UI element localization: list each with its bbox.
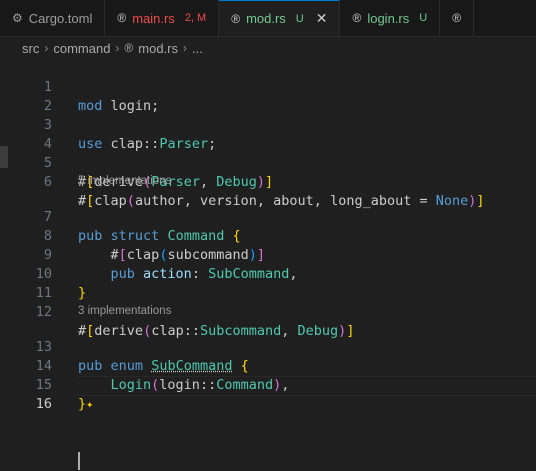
code-line: 2 — [0, 78, 536, 114]
tab-label: mod.rs — [246, 11, 286, 26]
tab-login-rs[interactable]: ® login.rs U — [340, 0, 441, 36]
sparkle-icon[interactable]: ✦ — [86, 397, 93, 411]
untracked-badge: U — [419, 12, 428, 24]
rust-icon: ® — [117, 11, 127, 25]
current-line-highlight — [78, 376, 536, 396]
rust-icon: ® — [124, 41, 134, 55]
breadcrumb-file[interactable]: mod.rs — [138, 41, 178, 56]
rust-icon: ® — [352, 11, 362, 25]
text-cursor — [78, 452, 80, 470]
code-line: 3 use clap::Parser; — [0, 97, 536, 152]
code-line: 15 }✦ — [0, 357, 536, 412]
tab-bar: ⚙ Cargo.toml ® main.rs 2, M ® mod.rs U ✕… — [0, 0, 536, 37]
tab-label: Cargo.toml — [28, 10, 93, 26]
code-line: 4 — [0, 116, 536, 152]
chevron-right-icon: › — [115, 41, 120, 55]
bracket: ] — [265, 174, 274, 190]
code-line: 11 — [0, 265, 536, 301]
tab-label: login.rs — [367, 10, 410, 26]
tab-mod-rs[interactable]: ® mod.rs U ✕ — [219, 0, 341, 36]
codelens-implementations[interactable]: 3 implementations — [78, 303, 171, 319]
code-line: 8 #[clap(subcommand)] — [0, 208, 536, 263]
rust-icon: ® — [231, 11, 241, 26]
line-number: 16 — [35, 396, 52, 412]
breadcrumb: src › command › ® mod.rs › ... — [0, 37, 536, 59]
code-line: 7 pub struct Command { — [0, 189, 536, 244]
tab-cargo-toml[interactable]: ⚙ Cargo.toml — [0, 0, 106, 36]
untracked-badge: U — [295, 12, 304, 25]
code-editor[interactable]: 1 mod login; 2 3 use clap::Parser; 4 5 #… — [0, 59, 536, 470]
tab-main-rs[interactable]: ® main.rs 2, M — [105, 0, 220, 36]
chevron-right-icon: › — [183, 41, 187, 55]
type: Debug — [216, 174, 257, 190]
code-line: 5 #[derive(Parser, Debug)] — [0, 135, 536, 190]
code-line: 10 } — [0, 246, 536, 301]
tab-label: main.rs — [132, 10, 175, 26]
problem-badge: 2, M — [184, 12, 207, 24]
bracket: } — [78, 396, 87, 412]
breadcrumb-more[interactable]: ... — [192, 41, 203, 56]
code-line: 1 mod login; — [0, 59, 536, 114]
code-line: 6 #[clap(author, version, about, long_ab… — [0, 154, 536, 209]
bracket: ) — [256, 174, 266, 190]
code-line: 14 Login(login::Command), — [0, 338, 536, 393]
codelens-implementations[interactable]: 5 implementations — [78, 173, 171, 189]
breadcrumb-src[interactable]: src — [22, 41, 39, 56]
rust-icon: ® — [452, 11, 462, 25]
code-line: 9 pub action: SubCommand, — [0, 227, 536, 282]
close-icon[interactable]: ✕ — [316, 10, 328, 27]
code-line-current: 16 — [0, 376, 536, 470]
chevron-right-icon: › — [44, 41, 49, 55]
code-line: 13 pub enum SubCommand { — [0, 319, 536, 374]
gear-icon: ⚙ — [12, 11, 23, 25]
tab-overflow[interactable]: ® — [440, 0, 475, 36]
breadcrumb-command[interactable]: command — [53, 41, 110, 56]
code-line: 12 #[derive(clap::Subcommand, Debug)] — [0, 284, 536, 339]
